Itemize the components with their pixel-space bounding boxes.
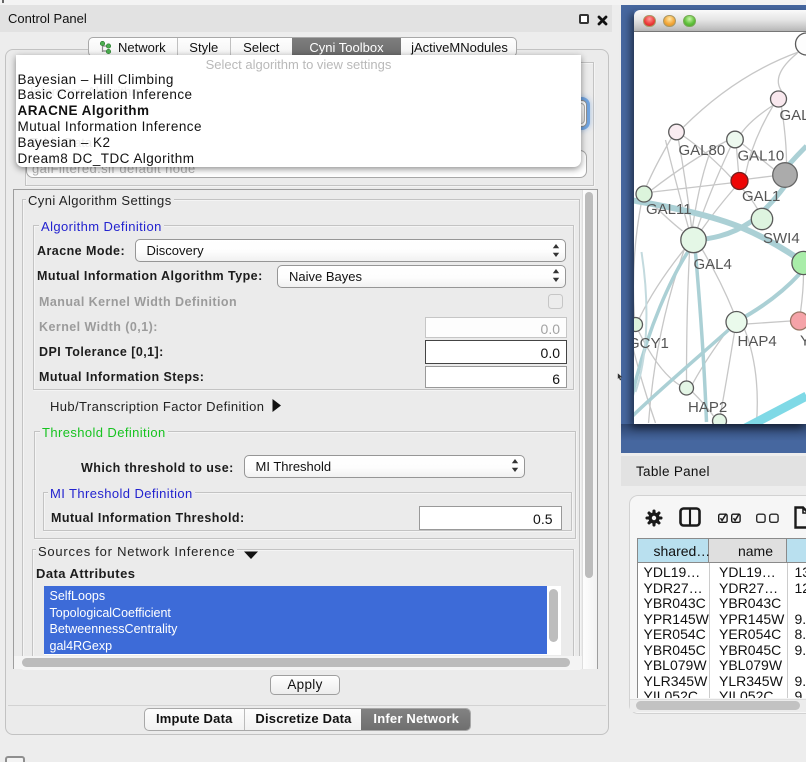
svg-text:SWI4: SWI4 — [763, 230, 800, 247]
svg-text:HAP4: HAP4 — [737, 333, 776, 350]
svg-text:GCY1: GCY1 — [634, 335, 669, 352]
svg-text:GAL7: GAL7 — [779, 107, 806, 124]
svg-text:GAL80: GAL80 — [678, 142, 725, 159]
svg-text:GAL4: GAL4 — [693, 256, 731, 273]
svg-text:GAL10: GAL10 — [737, 148, 784, 165]
svg-text:GAL11: GAL11 — [646, 201, 692, 218]
svg-text:Y: Y — [800, 333, 806, 350]
svg-text:HAP2: HAP2 — [688, 399, 727, 416]
svg-text:GAL1: GAL1 — [742, 188, 780, 205]
